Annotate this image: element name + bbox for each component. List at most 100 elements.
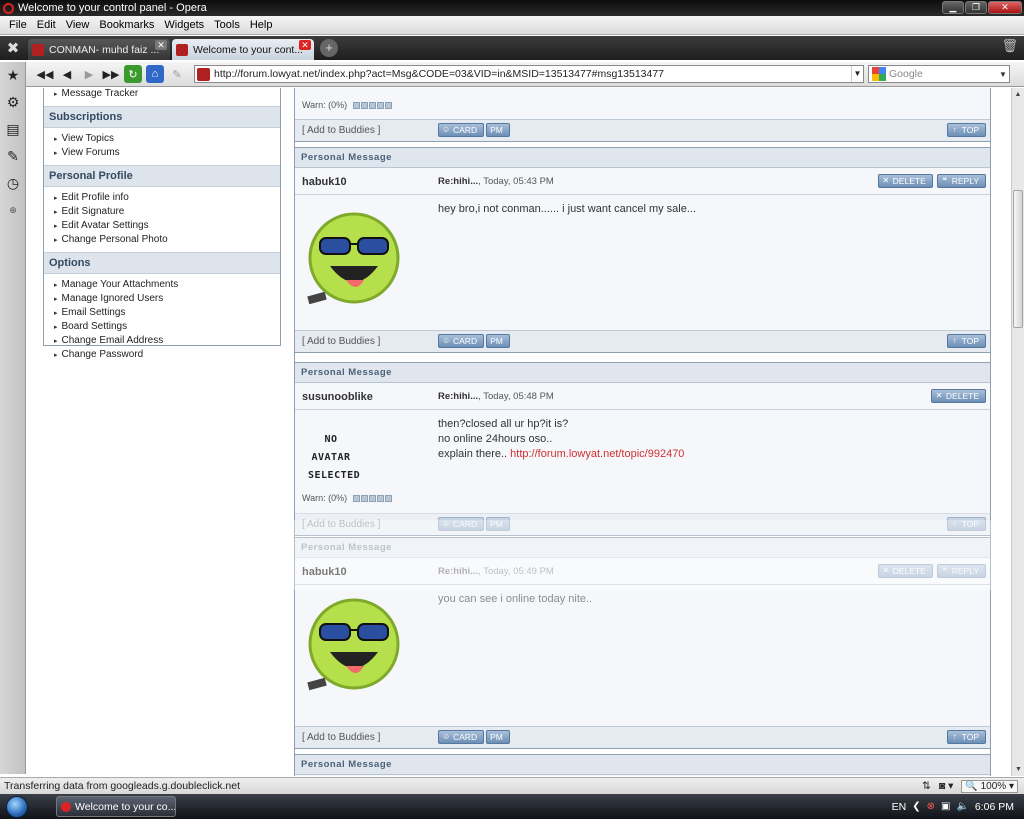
maximize-button[interactable]: ❐ xyxy=(965,1,987,14)
menu-item-edit-signature[interactable]: Edit Signature xyxy=(44,205,280,219)
card-button[interactable]: ☺ CARD xyxy=(438,334,485,348)
add-to-buddies-link[interactable]: [ Add to Buddies ] xyxy=(302,732,380,743)
pm-header: Personal Message xyxy=(295,755,990,775)
trash-icon[interactable]: 🗑 xyxy=(1001,38,1018,54)
pm-header: Personal Message xyxy=(295,148,990,168)
chat-icon[interactable]: ▤ xyxy=(0,116,26,143)
menu-item-attachments[interactable]: Manage Your Attachments xyxy=(44,278,280,292)
menu-help[interactable]: Help xyxy=(245,19,278,31)
menu-item-edit-profile[interactable]: Edit Profile info xyxy=(44,191,280,205)
delete-x-icon: ✕ xyxy=(882,176,890,185)
zoom-control[interactable]: 🔍 100% ▾ xyxy=(961,779,1018,793)
fast-forward-icon[interactable]: ▶▶ xyxy=(100,64,122,84)
links-icon[interactable]: ✎ xyxy=(0,143,26,170)
status-text: Transferring data from googleads.g.doubl… xyxy=(4,780,240,792)
menu-item-message-tracker[interactable]: Message Tracker xyxy=(44,88,280,101)
menu-item-view-topics[interactable]: View Topics xyxy=(44,132,280,146)
menu-edit[interactable]: Edit xyxy=(32,19,61,31)
menu-item-change-password[interactable]: Change Password xyxy=(44,348,280,362)
scroll-thumb[interactable] xyxy=(1013,190,1023,328)
tab-control-panel[interactable]: Welcome to your cont... ✕ xyxy=(172,39,314,60)
tray-warning-icon[interactable]: ⊗ xyxy=(927,801,935,812)
scroll-down-icon[interactable]: ▼ xyxy=(1012,763,1024,776)
pm-button[interactable]: PM xyxy=(486,123,510,137)
pm-button[interactable]: PM xyxy=(486,730,510,744)
settings-gear-icon[interactable]: ⚙ xyxy=(0,89,26,116)
menu-bookmarks[interactable]: Bookmarks xyxy=(94,19,159,31)
google-logo-icon xyxy=(872,67,886,81)
reply-button[interactable]: ❝ REPLY xyxy=(936,174,986,188)
history-clock-icon[interactable]: ◷ xyxy=(0,170,26,197)
pm-button[interactable]: PM xyxy=(486,334,510,348)
chevron-down-icon[interactable]: ▼ xyxy=(851,66,863,82)
pm-previous-tail: Warn: (0%) [ Add to Buddies ] ☺ CARD PM ↑… xyxy=(294,88,991,142)
top-button[interactable]: ↑ TOP xyxy=(946,334,986,348)
bookmarks-star-icon[interactable]: ★ xyxy=(0,62,26,89)
user-icon: ☺ xyxy=(442,125,451,134)
tray-network-icon[interactable]: ▣ xyxy=(941,801,950,812)
window-title-bar: Welcome to your control panel - Opera ▁ … xyxy=(0,0,1024,16)
menu-item-change-email[interactable]: Change Email Address xyxy=(44,334,280,348)
close-window-button[interactable]: ✕ xyxy=(988,1,1022,14)
pm-message: Personal Message habuk10 Re:hihi..., Tod… xyxy=(294,147,991,353)
window-title: Welcome to your control panel - Opera xyxy=(18,2,207,14)
pm-footer: [ Add to Buddies ] ☺ CARD PM ↑ TOP xyxy=(295,119,990,141)
add-panel-icon[interactable]: ⊕ xyxy=(0,197,26,224)
add-to-buddies-link[interactable]: [ Add to Buddies ] xyxy=(302,125,380,136)
start-button[interactable] xyxy=(0,794,34,819)
clock[interactable]: 6:06 PM xyxy=(975,801,1014,813)
search-field[interactable]: Google ▼ xyxy=(868,65,1010,83)
language-indicator[interactable]: EN xyxy=(892,801,907,813)
back-icon[interactable]: ◀ xyxy=(56,64,78,84)
menu-view[interactable]: View xyxy=(61,19,95,31)
reload-icon[interactable]: ↻ xyxy=(124,65,142,83)
pm-username[interactable]: susunooblike xyxy=(302,391,373,403)
tab-conman[interactable]: CONMAN- muhd faiz ... ✕ xyxy=(28,39,170,60)
rewind-icon[interactable]: ◀◀ xyxy=(34,64,56,84)
close-tab-icon[interactable]: ✕ xyxy=(155,40,167,50)
delete-button[interactable]: ✕ DELETE xyxy=(877,174,933,188)
address-bar[interactable]: http://forum.lowyat.net/index.php?act=Ms… xyxy=(194,65,864,83)
menu-item-ignored-users[interactable]: Manage Ignored Users xyxy=(44,292,280,306)
tray-chevron-icon[interactable]: ❮ xyxy=(912,801,920,812)
add-to-buddies-link[interactable]: [ Add to Buddies ] xyxy=(302,336,380,347)
top-button[interactable]: ↑ TOP xyxy=(946,123,986,137)
chevron-down-icon[interactable]: ▼ xyxy=(997,70,1009,79)
menu-tools[interactable]: Tools xyxy=(209,19,245,31)
site-favicon-icon xyxy=(176,43,188,56)
windows-orb-icon xyxy=(6,795,28,818)
page-viewport: Message Tracker Subscriptions View Topic… xyxy=(27,88,1011,776)
delete-button[interactable]: ✕ DELETE xyxy=(930,389,986,403)
topic-link[interactable]: http://forum.lowyat.net/topic/992470 xyxy=(510,448,684,460)
menu-item-board-settings[interactable]: Board Settings xyxy=(44,320,280,334)
tray-volume-icon[interactable]: 🔈 xyxy=(956,801,968,812)
pm-body: hey bro,i not conman...... i just want c… xyxy=(438,203,697,215)
warn-level: Warn: (0%) xyxy=(302,493,393,503)
top-button[interactable]: ↑ TOP xyxy=(946,730,986,744)
menu-item-email-settings[interactable]: Email Settings xyxy=(44,306,280,320)
pm-username[interactable]: habuk10 xyxy=(302,176,347,188)
menu-item-change-photo[interactable]: Change Personal Photo xyxy=(44,233,280,247)
taskbar-opera-window[interactable]: Welcome to your co... xyxy=(56,796,176,817)
menu-item-edit-avatar[interactable]: Edit Avatar Settings xyxy=(44,219,280,233)
card-button[interactable]: ☺ CARD xyxy=(438,730,485,744)
pm-header: Personal Message xyxy=(295,363,990,383)
tools-icon[interactable]: ✖ xyxy=(0,36,26,60)
edit-pen-icon[interactable]: ✎ xyxy=(166,64,188,84)
page-scrollbar[interactable]: ▲ ▼ xyxy=(1011,88,1024,776)
card-button[interactable]: ☺ CARD xyxy=(438,123,485,137)
forward-icon[interactable]: ▶ xyxy=(78,64,100,84)
menu-widgets[interactable]: Widgets xyxy=(159,19,209,31)
minimize-button[interactable]: ▁ xyxy=(942,1,964,14)
home-icon[interactable]: ⌂ xyxy=(146,65,164,83)
opera-logo-icon xyxy=(61,801,71,812)
menu-item-view-forums[interactable]: View Forums xyxy=(44,146,280,160)
scroll-up-icon[interactable]: ▲ xyxy=(1012,88,1024,101)
close-tab-icon[interactable]: ✕ xyxy=(299,40,311,50)
camera-icon[interactable]: ◙ ▾ xyxy=(939,780,954,792)
network-icon[interactable]: ⇅ xyxy=(922,780,931,792)
address-url[interactable]: http://forum.lowyat.net/index.php?act=Ms… xyxy=(214,68,851,80)
user-icon: ☺ xyxy=(442,336,451,345)
menu-file[interactable]: File xyxy=(4,19,32,31)
new-tab-icon[interactable]: + xyxy=(320,39,338,57)
